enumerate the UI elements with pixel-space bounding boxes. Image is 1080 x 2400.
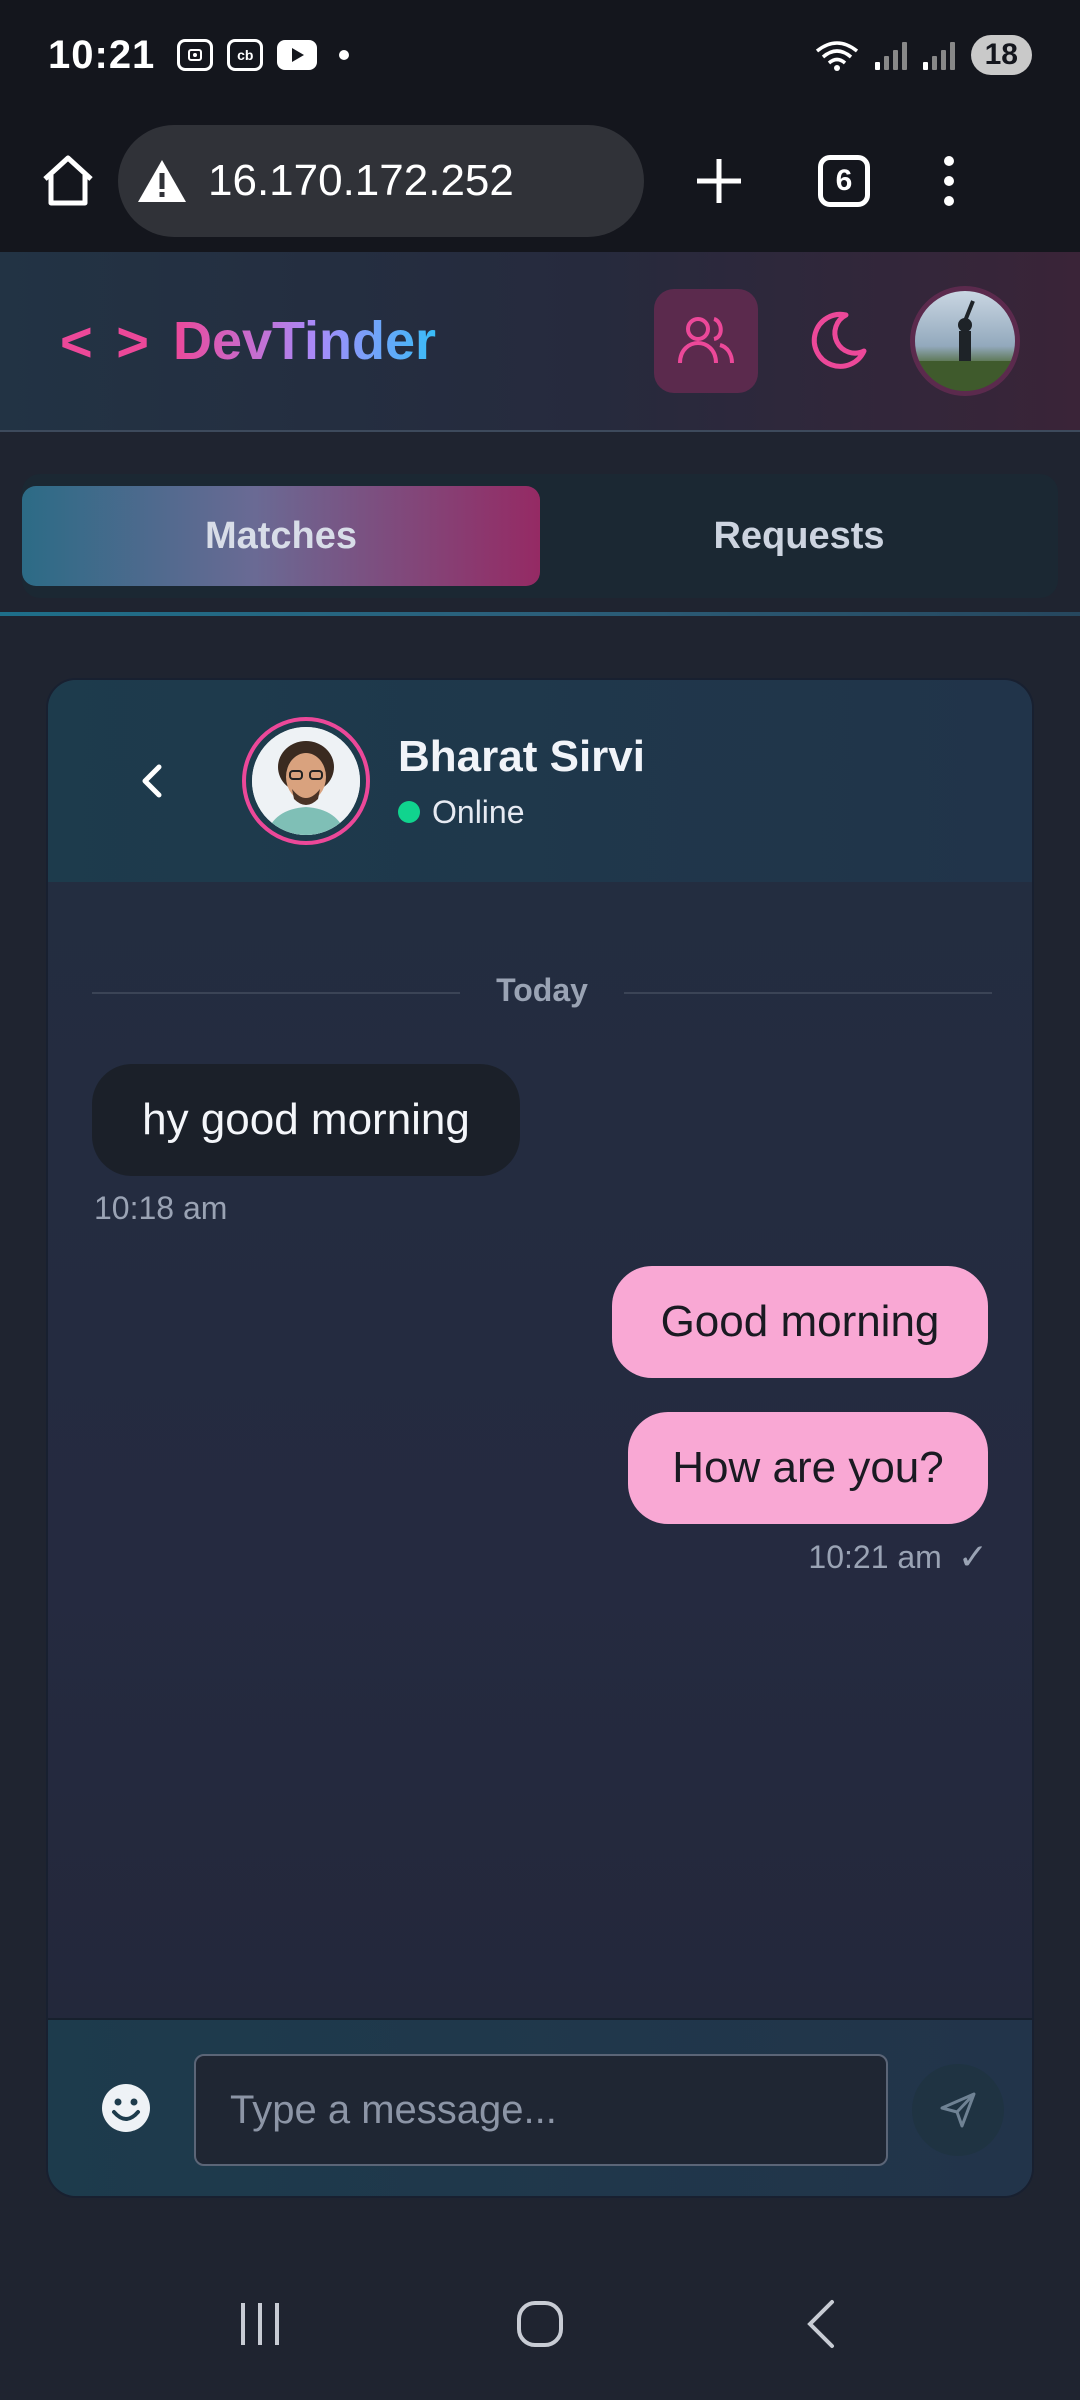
dot-icon <box>944 196 954 206</box>
screenshot-icon <box>177 39 214 71</box>
back-chevron-icon <box>807 2300 834 2348</box>
chat-window: Bharat Sirvi Online Today hy good mornin… <box>46 678 1034 2198</box>
tabs-divider <box>0 612 1080 616</box>
browser-toolbar: 16.170.172.252 6 <box>0 110 1080 252</box>
message-list[interactable]: Today hy good morning 10:18 am Good morn… <box>48 882 1032 2018</box>
contact-status: Online <box>398 794 645 831</box>
warning-icon <box>138 160 186 202</box>
users-icon <box>678 317 734 364</box>
send-button[interactable] <box>912 2064 1004 2156</box>
youtube-icon <box>277 40 318 70</box>
contact-name: Bharat Sirvi <box>398 731 645 781</box>
emoji-icon[interactable] <box>100 2082 152 2134</box>
tab-switcher-button[interactable]: 6 <box>818 155 870 207</box>
home-button[interactable] <box>28 141 108 221</box>
url-text: 16.170.172.252 <box>208 156 514 205</box>
date-separator-label: Today <box>496 972 588 1008</box>
more-menu-button[interactable] <box>944 156 954 206</box>
status-time: 10:21 <box>48 32 156 77</box>
send-icon <box>940 2092 976 2128</box>
contact-avatar[interactable] <box>242 717 370 845</box>
status-bar: 10:21 cb 18 <box>0 0 1080 110</box>
home-nav-button[interactable] <box>500 2284 580 2364</box>
system-navigation-bar <box>0 2248 1080 2400</box>
home-circle-icon <box>517 2301 563 2347</box>
cb-icon: cb <box>227 39 264 71</box>
code-icon: < > <box>60 309 153 373</box>
app-logo-text[interactable]: DevTinder <box>173 310 436 372</box>
battery-indicator: 18 <box>970 35 1032 75</box>
chevron-left-icon <box>142 764 162 798</box>
address-bar[interactable]: 16.170.172.252 <box>118 125 644 237</box>
date-separator: Today <box>92 972 992 1012</box>
app-header: < > DevTinder <box>0 252 1080 432</box>
moon-icon <box>811 311 867 369</box>
back-nav-button[interactable] <box>780 2284 860 2364</box>
back-button[interactable] <box>122 751 182 811</box>
user-avatar[interactable] <box>910 286 1020 396</box>
message-bubble-outgoing[interactable]: Good morning <box>612 1266 988 1378</box>
signal-icon-2 <box>922 40 955 70</box>
message-bubble-outgoing[interactable]: How are you? <box>628 1412 988 1524</box>
tab-requests[interactable]: Requests <box>540 486 1058 586</box>
message-composer <box>48 2018 1032 2196</box>
contact-photo <box>252 727 360 835</box>
status-system-icons: 18 <box>815 35 1032 75</box>
wifi-icon <box>815 41 858 71</box>
dot-icon <box>944 176 954 186</box>
recents-icon <box>241 2303 279 2345</box>
status-app-icons: cb <box>177 39 350 71</box>
contact-info: Bharat Sirvi Online <box>398 732 645 831</box>
connections-button[interactable] <box>654 289 758 393</box>
signal-icon <box>874 40 907 70</box>
recents-button[interactable] <box>220 2284 300 2364</box>
dot-icon <box>944 156 954 166</box>
status-text: Online <box>432 793 525 830</box>
header-actions <box>654 286 1020 396</box>
new-tab-button[interactable] <box>684 146 754 216</box>
divider <box>624 992 992 994</box>
plus-icon <box>697 159 741 203</box>
theme-toggle-button[interactable] <box>798 301 878 381</box>
person-photo-icon <box>252 727 360 835</box>
message-meta: 10:21 am ✓ <box>808 1536 988 1578</box>
tabs-container: Matches Requests <box>22 474 1058 598</box>
online-dot-icon <box>398 801 420 823</box>
message-bubble-incoming[interactable]: hy good morning <box>92 1064 520 1176</box>
message-time: 10:18 am <box>94 1190 228 1226</box>
chat-header: Bharat Sirvi Online <box>48 680 1032 882</box>
message-input[interactable] <box>194 2054 888 2166</box>
profile-photo-icon <box>915 300 1015 391</box>
tab-matches[interactable]: Matches <box>22 486 540 586</box>
message-time: 10:21 am <box>808 1538 942 1575</box>
check-icon: ✓ <box>957 1536 988 1577</box>
notification-dot-icon <box>339 50 350 60</box>
home-icon <box>43 155 93 206</box>
